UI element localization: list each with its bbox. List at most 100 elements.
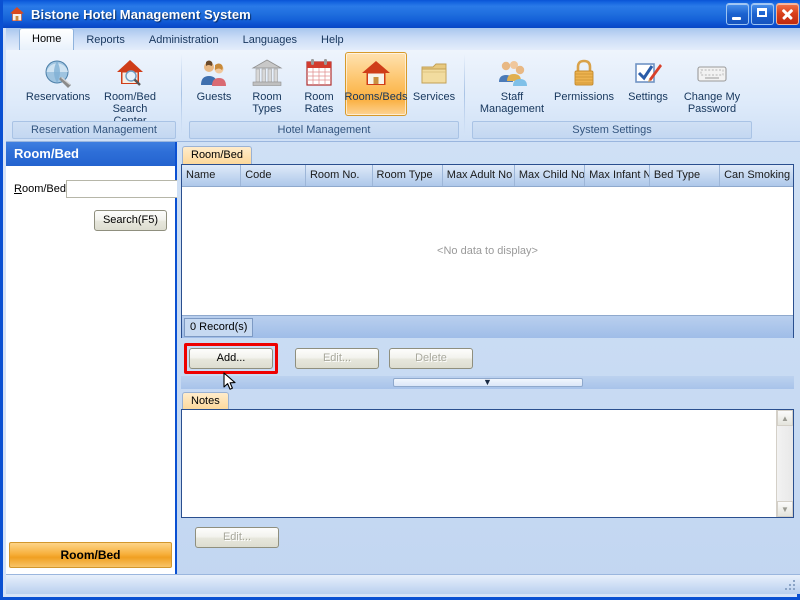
search-button[interactable]: Search(F5) — [94, 210, 167, 231]
grid-column-bed-type[interactable]: Bed Type — [650, 165, 720, 186]
ribbon-button-rooms-beds[interactable]: Rooms/Beds — [345, 52, 407, 116]
ribbon-button-settings[interactable]: Settings — [620, 52, 676, 116]
house-icon — [8, 5, 26, 23]
ribbon-button-room-types[interactable]: Room Types — [241, 52, 293, 116]
tab-help[interactable]: Help — [309, 30, 356, 50]
body-area: Room/Bed Room/Bed Search(F5) Room/Bed Ro… — [6, 142, 800, 594]
ribbon-label-reservations: Reservations — [26, 91, 90, 103]
tab-languages[interactable]: Languages — [231, 30, 309, 50]
ribbon-button-reservations[interactable]: Reservations — [22, 52, 94, 116]
ribbon-button-change-my-password[interactable]: Change My Password — [676, 52, 748, 116]
resize-grip[interactable] — [784, 579, 798, 593]
ribbon-label-rooms-beds: Rooms/Beds — [345, 91, 408, 103]
ribbon-button-guests[interactable]: Guests — [187, 52, 241, 116]
minimize-button[interactable] — [726, 3, 749, 25]
ribbon-group-label-system-settings: System Settings — [472, 121, 752, 139]
ribbon-label-room-types: Room Types — [252, 91, 281, 115]
sidebar-nav: Room/Bed — [9, 542, 172, 566]
grid-column-max-infant[interactable]: Max Infant N — [585, 165, 650, 186]
ribbon-separator-2 — [464, 54, 465, 134]
grid-column-max-child[interactable]: Max Child No — [515, 165, 585, 186]
grid-column-max-adult[interactable]: Max Adult No — [443, 165, 515, 186]
chevron-down-icon: ▼ — [483, 379, 492, 386]
delete-button[interactable]: Delete — [389, 348, 473, 369]
group-icon — [495, 57, 529, 89]
people-icon — [197, 57, 231, 89]
maximize-button[interactable] — [751, 3, 774, 25]
notes-textarea[interactable] — [182, 410, 776, 517]
title-bar: Bistone Hotel Management System — [3, 0, 800, 28]
scroll-up-button[interactable]: ▲ — [777, 410, 793, 426]
ribbon-group-hotel-management: Guests Room — [187, 52, 461, 140]
edit-button[interactable]: Edit... — [295, 348, 379, 369]
search-field-label: Room/Bed — [14, 183, 66, 195]
house-icon — [359, 57, 393, 89]
window-title: Bistone Hotel Management System — [31, 7, 251, 22]
ribbon-button-permissions[interactable]: Permissions — [548, 52, 620, 116]
grid-footer: 0 Record(s) — [182, 315, 793, 338]
ribbon-label-staff-management: Staff Management — [480, 91, 544, 115]
grid-header-row: Name Code Room No. Room Type Max Adult N… — [182, 165, 793, 187]
bank-icon — [250, 57, 284, 89]
grid-column-code[interactable]: Code — [241, 165, 306, 186]
sidebar-panel: Room/Bed Room/Bed Search(F5) Room/Bed — [6, 142, 177, 594]
notes-edit-button[interactable]: Edit... — [195, 527, 279, 548]
sidebar-button-row: Search(F5) — [14, 210, 167, 231]
grid-button-bar: Add... Edit... Delete — [181, 342, 794, 374]
sidebar-header: Room/Bed — [6, 142, 175, 166]
grid-column-name[interactable]: Name — [182, 165, 241, 186]
ribbon-group-system-settings: Staff Management — [470, 52, 754, 140]
grid-empty-message: <No data to display> — [182, 187, 793, 315]
record-count-badge: 0 Record(s) — [184, 318, 253, 337]
add-button[interactable]: Add... — [189, 348, 273, 369]
notes-panel: ▲ ▼ — [181, 409, 794, 518]
ribbon-label-services: Services — [413, 91, 455, 103]
grid-tab-header: Room/Bed — [182, 146, 252, 164]
status-bar — [6, 574, 800, 594]
keyboard-icon — [695, 57, 729, 89]
lock-icon — [567, 57, 601, 89]
house-search-icon — [113, 57, 147, 89]
sidebar-nav-item-room-bed[interactable]: Room/Bed — [9, 542, 172, 568]
sidebar-search-form: Room/Bed Search(F5) — [6, 166, 175, 231]
box-icon — [417, 57, 451, 89]
notes-scrollbar[interactable]: ▲ ▼ — [776, 410, 793, 517]
tab-notes[interactable]: Notes — [182, 392, 229, 410]
ribbon-separator-1 — [181, 54, 182, 134]
tab-reports[interactable]: Reports — [74, 30, 137, 50]
tab-home[interactable]: Home — [19, 28, 74, 50]
menu-tab-strip: Home Reports Administration Languages He… — [6, 28, 800, 50]
main-content-panel: Room/Bed Name Code Room No. Room Type Ma… — [177, 142, 800, 594]
globe-icon — [41, 57, 75, 89]
grid-column-can-smoking[interactable]: Can Smoking — [720, 165, 793, 186]
add-button-wrapper: Add... — [189, 348, 273, 369]
ribbon-label-settings: Settings — [628, 91, 668, 103]
grid-notes-splitter[interactable]: ▼ — [181, 376, 794, 389]
tab-administration[interactable]: Administration — [137, 30, 231, 50]
ribbon-button-staff-management[interactable]: Staff Management — [476, 52, 548, 116]
scroll-down-button[interactable]: ▼ — [777, 501, 793, 517]
application-window: Bistone Hotel Management System Home Rep… — [0, 0, 800, 600]
close-button[interactable] — [776, 3, 799, 25]
grid-column-room-type[interactable]: Room Type — [373, 165, 443, 186]
ribbon-label-room-rates: Room Rates — [304, 91, 333, 115]
calendar-icon — [302, 57, 336, 89]
notes-button-bar: Edit... — [181, 522, 794, 552]
notes-tab-header: Notes — [182, 392, 229, 410]
splitter-handle[interactable]: ▼ — [393, 378, 583, 387]
tab-room-bed[interactable]: Room/Bed — [182, 146, 252, 164]
ribbon-button-services[interactable]: Services — [407, 52, 461, 116]
ribbon-label-change-my-password: Change My Password — [684, 91, 740, 115]
checkbox-pen-icon — [631, 57, 665, 89]
sidebar-search-row: Room/Bed — [14, 180, 167, 198]
ribbon-label-guests: Guests — [197, 91, 232, 103]
ribbon-button-room-rates[interactable]: Room Rates — [293, 52, 345, 116]
ribbon-toolbar: Reservations Room/Bed Search Center — [6, 50, 800, 142]
window-controls — [726, 3, 799, 25]
grid-column-room-no[interactable]: Room No. — [306, 165, 373, 186]
ribbon-group-reservation-management: Reservations Room/Bed Search Center — [10, 52, 178, 140]
ribbon-group-label-reservation-management: Reservation Management — [12, 121, 176, 139]
room-bed-grid: Name Code Room No. Room Type Max Adult N… — [181, 164, 794, 338]
ribbon-button-room-bed-search-center[interactable]: Room/Bed Search Center — [94, 52, 166, 128]
ribbon-group-label-hotel-management: Hotel Management — [189, 121, 459, 139]
